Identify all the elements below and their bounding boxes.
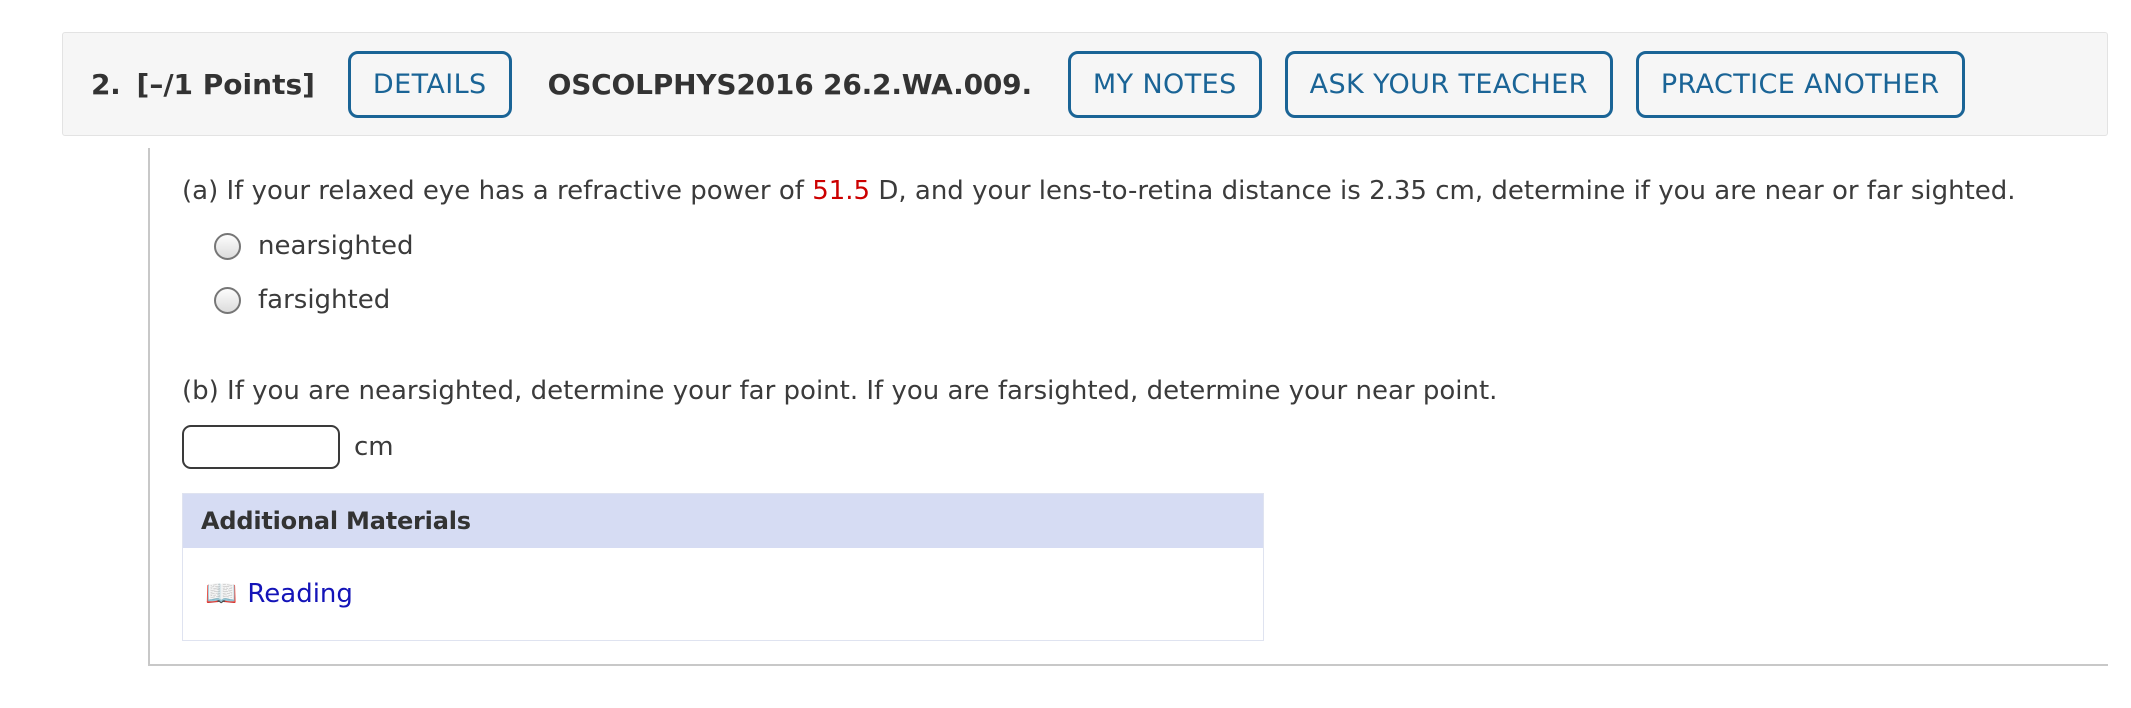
question-number: 2. [91, 67, 121, 101]
answer-unit-label: cm [354, 432, 394, 463]
refractive-power-value: 51.5 [812, 176, 871, 206]
practice-another-button[interactable]: PRACTICE ANOTHER [1635, 50, 1965, 118]
reading-link[interactable]: Reading [247, 579, 353, 609]
radio-nearsighted[interactable] [214, 232, 241, 260]
part-b-answer-row: cm [182, 425, 2108, 470]
answer-input[interactable] [182, 425, 340, 470]
additional-materials-title: Additional Materials [201, 507, 471, 536]
additional-materials-body: 📖 Reading [183, 548, 1263, 641]
part-a-text-after: D, and your lens-to-retina distance is 2… [870, 176, 2016, 206]
question-code: OSCOLPHYS2016 26.2.WA.009. [547, 67, 1032, 101]
choice-nearsighted[interactable]: nearsighted [182, 219, 2108, 273]
radio-farsighted[interactable] [214, 286, 241, 314]
choice-farsighted[interactable]: farsighted [182, 273, 2108, 327]
part-b-prompt: (b) If you are nearsighted, determine yo… [182, 376, 1498, 407]
question-page: 2. [–/1 Points] DETAILS OSCOLPHYS2016 26… [0, 0, 2131, 708]
part-a-text-before: (a) If your relaxed eye has a refractive… [182, 176, 813, 206]
additional-materials-header: Additional Materials [183, 494, 1263, 549]
choice-label-nearsighted: nearsighted [258, 231, 414, 262]
additional-materials-panel: Additional Materials 📖 Reading [182, 493, 1264, 642]
question-header-bar: 2. [–/1 Points] DETAILS OSCOLPHYS2016 26… [62, 32, 2108, 136]
open-book-icon: 📖 [205, 579, 238, 610]
points-indicator: [–/1 Points] [136, 67, 315, 101]
my-notes-button[interactable]: MY NOTES [1067, 50, 1262, 118]
question-content-container: (a) If your relaxed eye has a refractive… [148, 148, 2108, 666]
details-button[interactable]: DETAILS [347, 50, 512, 118]
question-body: (a) If your relaxed eye has a refractive… [150, 148, 2108, 642]
part-a-choice-group: nearsighted farsighted [182, 219, 2108, 327]
choice-label-farsighted: farsighted [258, 285, 391, 316]
part-b-section: (b) If you are nearsighted, determine yo… [182, 374, 2108, 642]
ask-your-teacher-button[interactable]: ASK YOUR TEACHER [1284, 50, 1613, 118]
part-a-prompt: (a) If your relaxed eye has a refractive… [182, 174, 2108, 209]
